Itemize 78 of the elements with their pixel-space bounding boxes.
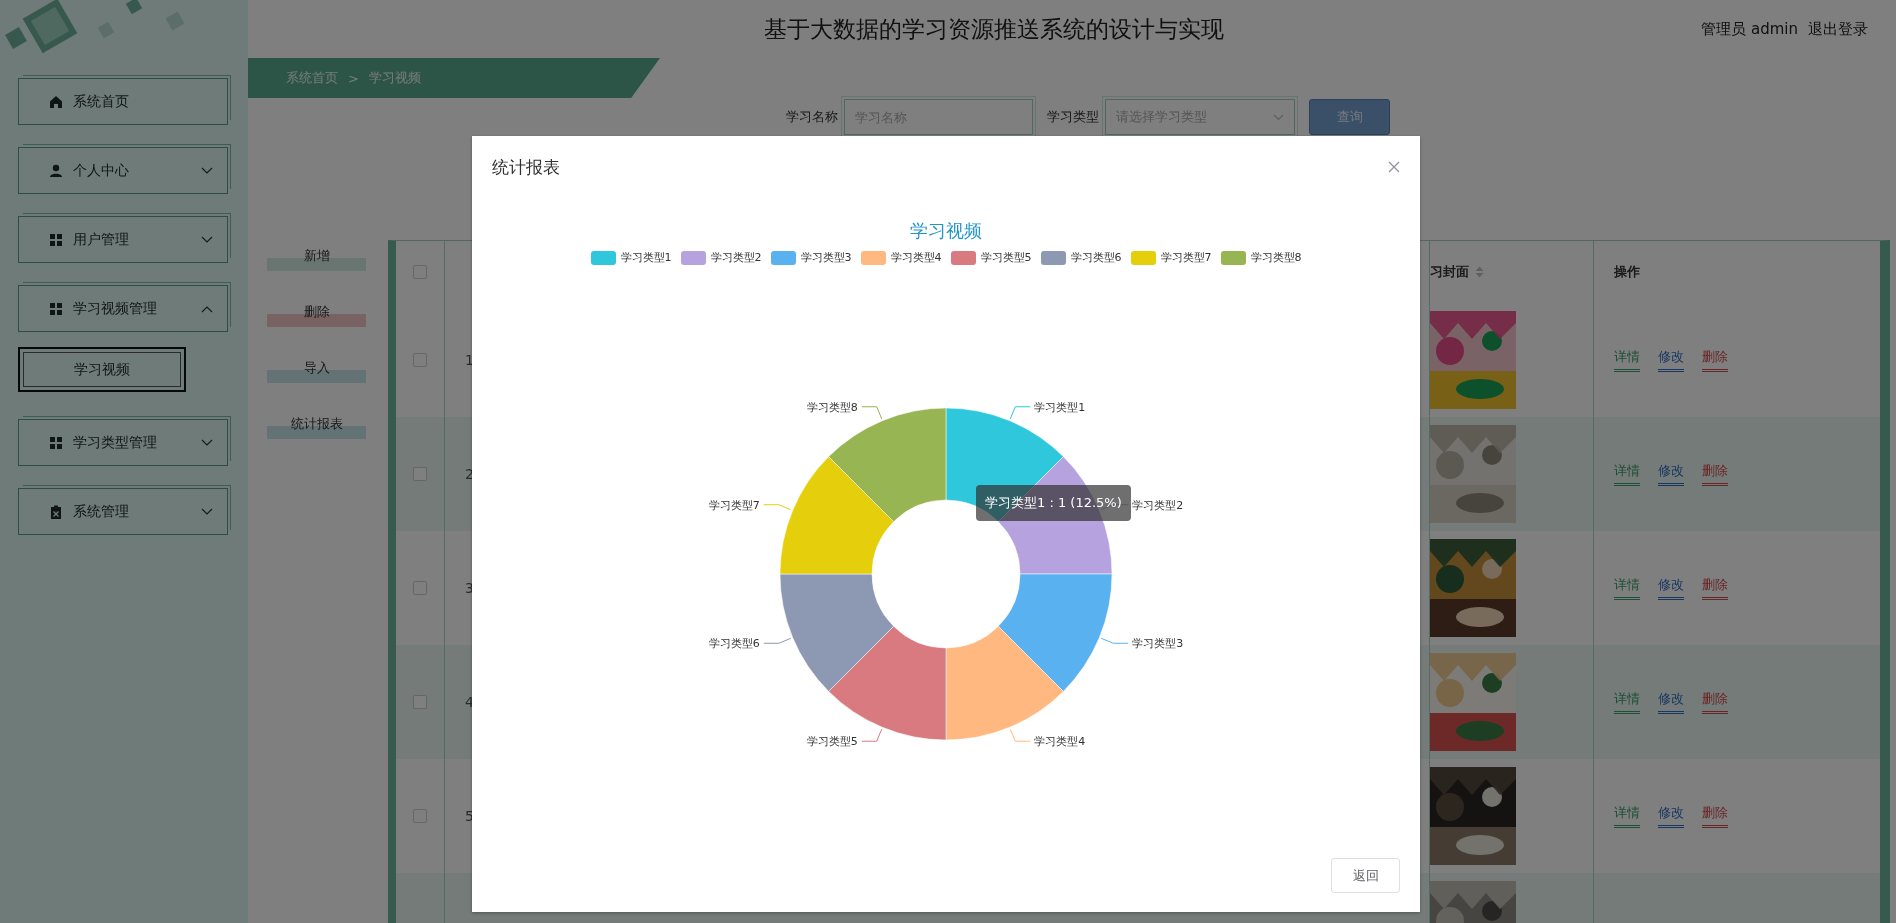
action-link[interactable]: 删除 bbox=[1702, 804, 1728, 828]
chevron-icon bbox=[1273, 113, 1284, 121]
checkbox[interactable] bbox=[413, 581, 427, 595]
field-label: 学习名称 bbox=[786, 108, 838, 126]
field-label: 学习类型 bbox=[1047, 108, 1099, 126]
column-header: 习封面 bbox=[1430, 263, 1469, 281]
leader-line bbox=[1100, 637, 1129, 644]
legend-item[interactable]: 学习类型6 bbox=[1040, 250, 1122, 265]
action-button[interactable]: 导入 bbox=[267, 361, 366, 383]
menu-item[interactable]: 系统管理 bbox=[18, 488, 228, 535]
checkbox[interactable] bbox=[413, 809, 427, 823]
table-cell: 2 bbox=[465, 466, 474, 482]
leader-line bbox=[1009, 406, 1031, 420]
action-link[interactable]: 修改 bbox=[1658, 348, 1684, 372]
breadcrumb-separator: > bbox=[348, 70, 359, 86]
grid-icon bbox=[49, 232, 63, 247]
menu-item[interactable]: 系统首页 bbox=[18, 78, 228, 125]
legend-item[interactable]: 学习类型1 bbox=[590, 250, 672, 265]
leader-line bbox=[763, 504, 792, 511]
slice-label: 学习类型6 bbox=[708, 637, 760, 651]
action-link[interactable]: 删除 bbox=[1702, 690, 1728, 714]
chart-title: 学习视频 bbox=[910, 220, 982, 242]
grid-icon bbox=[49, 435, 63, 450]
home-icon bbox=[49, 94, 63, 109]
legend-item[interactable]: 学习类型4 bbox=[860, 250, 942, 265]
menu-item[interactable]: 用户管理 bbox=[18, 216, 228, 263]
checkbox[interactable] bbox=[413, 353, 427, 367]
action-link[interactable]: 详情 bbox=[1614, 576, 1640, 600]
clipboard-icon bbox=[49, 504, 63, 519]
action-link[interactable]: 修改 bbox=[1658, 690, 1684, 714]
user-icon bbox=[49, 163, 63, 178]
action-link[interactable]: 删除 bbox=[1702, 576, 1728, 600]
checkbox[interactable] bbox=[413, 695, 427, 709]
menu-item[interactable]: 学习类型管理 bbox=[18, 419, 228, 466]
slice-label: 学习类型2 bbox=[1132, 498, 1184, 512]
action-link[interactable]: 删除 bbox=[1702, 348, 1728, 372]
slice-label: 学习类型8 bbox=[806, 400, 858, 414]
logout-link[interactable]: 退出登录 bbox=[1808, 19, 1868, 39]
menu-item[interactable]: 个人中心 bbox=[18, 147, 228, 194]
column-header: 操作 bbox=[1614, 263, 1640, 281]
sort-icon[interactable] bbox=[1475, 266, 1484, 278]
dialog-title: 统计报表 bbox=[492, 155, 560, 179]
legend-item[interactable]: 学习类型5 bbox=[950, 250, 1032, 265]
submenu-item[interactable]: 学习视频 bbox=[18, 347, 186, 392]
legend-item[interactable]: 学习类型7 bbox=[1130, 250, 1212, 265]
leader-line bbox=[861, 728, 883, 742]
legend-item[interactable]: 学习类型2 bbox=[680, 250, 762, 265]
checkbox[interactable] bbox=[413, 265, 427, 279]
grid-icon bbox=[49, 301, 63, 316]
menu-item[interactable]: 学习视频管理 bbox=[18, 285, 228, 332]
action-link[interactable]: 详情 bbox=[1614, 804, 1640, 828]
action-button[interactable]: 删除 bbox=[267, 305, 366, 327]
action-link[interactable]: 详情 bbox=[1614, 462, 1640, 486]
action-link[interactable]: 删除 bbox=[1702, 462, 1728, 486]
legend-item[interactable]: 学习类型3 bbox=[770, 250, 852, 265]
action-link[interactable]: 修改 bbox=[1658, 576, 1684, 600]
close-icon[interactable] bbox=[1388, 161, 1400, 173]
action-link[interactable]: 修改 bbox=[1658, 804, 1684, 828]
action-button[interactable]: 新增 bbox=[267, 249, 366, 271]
page-title: 基于大数据的学习资源推送系统的设计与实现 bbox=[764, 14, 1224, 44]
table-cell: 4 bbox=[465, 694, 474, 710]
action-link[interactable]: 详情 bbox=[1614, 348, 1640, 372]
action-link[interactable]: 修改 bbox=[1658, 462, 1684, 486]
action-link[interactable]: 详情 bbox=[1614, 690, 1640, 714]
leader-line bbox=[861, 406, 883, 420]
slice-label: 学习类型3 bbox=[1132, 637, 1184, 651]
slice-label: 学习类型1 bbox=[1034, 400, 1086, 414]
slice-label: 学习类型7 bbox=[708, 498, 760, 512]
chart-tooltip: 学习类型1 : 1 (12.5%) bbox=[976, 485, 1131, 521]
back-button[interactable]: 返回 bbox=[1331, 858, 1400, 893]
legend-item[interactable]: 学习类型8 bbox=[1220, 250, 1302, 265]
action-button[interactable]: 统计报表 bbox=[267, 417, 366, 439]
leader-line bbox=[1009, 728, 1031, 742]
leader-line bbox=[763, 637, 792, 644]
slice-label: 学习类型5 bbox=[806, 735, 858, 749]
slice-label: 学习类型4 bbox=[1034, 735, 1086, 749]
user-name: 管理员 admin bbox=[1701, 19, 1798, 39]
checkbox[interactable] bbox=[413, 467, 427, 481]
